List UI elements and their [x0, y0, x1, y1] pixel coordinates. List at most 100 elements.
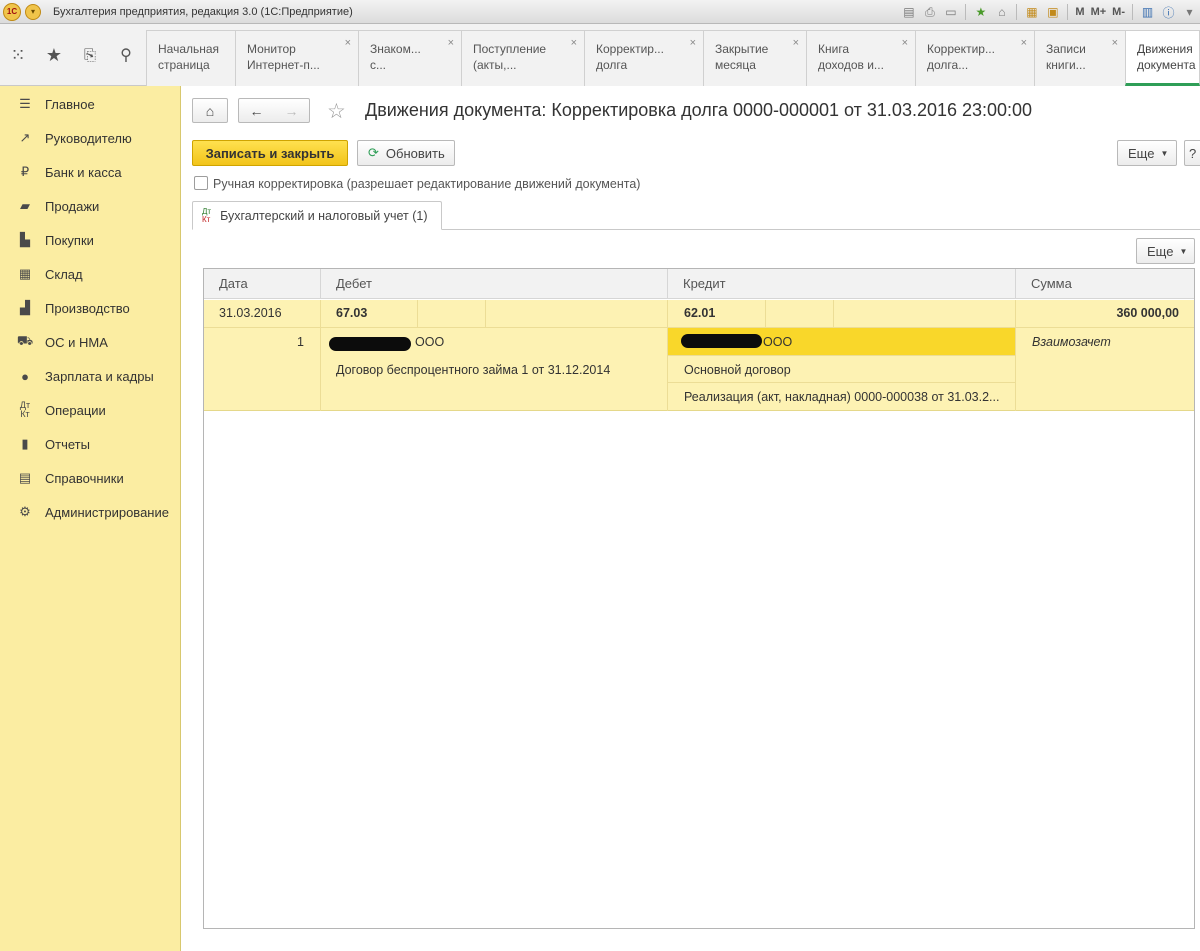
sidebar-item-operations[interactable]: Дт Кт Операции [0, 393, 181, 427]
sidebar-item-label: ОС и НМА [45, 334, 108, 350]
sidebar-item-fixed-assets[interactable]: ⛟ ОС и НМА [0, 325, 181, 359]
tab-label: долга [596, 58, 628, 72]
tab-znakom[interactable]: Знаком... с... × [358, 30, 462, 86]
sidebar-item-production[interactable]: ▟ Производство [0, 291, 181, 325]
favorites-star-icon[interactable]: ★ [36, 24, 72, 86]
tab-accounting-label: Бухгалтерский и налоговый учет (1) [220, 208, 428, 223]
sidebar-item-label: Администрирование [45, 504, 169, 520]
tab-label: месяца [715, 58, 756, 72]
column-header-date[interactable]: Дата [204, 269, 321, 299]
tab-label: Закрытие [715, 42, 769, 56]
close-icon[interactable]: × [793, 35, 799, 51]
close-icon[interactable]: × [448, 35, 454, 51]
memory-button[interactable]: M [1072, 2, 1087, 22]
close-icon[interactable]: × [902, 35, 908, 51]
sidebar-item-manager[interactable]: ↗ Руководителю [0, 121, 181, 155]
sidebar-item-sales[interactable]: ▰ Продажи [0, 189, 181, 223]
main-menu-icon[interactable]: ▾ [25, 3, 41, 20]
table-header: Дата Дебет Кредит Сумма [204, 269, 1194, 299]
home-button[interactable]: ⌂ [192, 98, 228, 123]
back-arrow-icon[interactable]: ← [250, 103, 264, 119]
page-title: Движения документа: Корректировка долга … [365, 100, 1033, 120]
tab-accounting[interactable]: Дт Кт Бухгалтерский и налоговый учет (1) [192, 201, 442, 230]
tab-label: долга... [927, 58, 969, 72]
sidebar-item-reports[interactable]: ▮ Отчеты [0, 427, 181, 461]
sidebar-item-admin[interactable]: ⚙ Администрирование [0, 495, 181, 529]
info-icon[interactable]: ⓘ [1158, 2, 1179, 22]
grid-divider [320, 300, 321, 411]
column-header-credit[interactable]: Кредит [668, 269, 1016, 299]
column-header-debit[interactable]: Дебет [321, 269, 668, 299]
sidebar-item-label: Отчеты [45, 436, 90, 452]
window-title: Бухгалтерия предприятия, редакция 3.0 (1… [53, 5, 353, 18]
toolbar-divider [1132, 4, 1133, 20]
tab-label: Корректир... [596, 42, 664, 56]
more-label: Еще [1128, 145, 1155, 161]
cell-date: 31.03.2016 [219, 306, 282, 320]
sidebar-item-bank[interactable]: ₽ Банк и касса [0, 155, 181, 189]
more-button[interactable]: Еще ▼ [1117, 140, 1177, 166]
dt-kt-icon: Дт Кт [202, 206, 212, 224]
preview-icon[interactable]: ▭ [940, 2, 961, 22]
apps-grid-icon[interactable]: ⁙ [0, 24, 36, 86]
tab-label: Корректир... [927, 42, 995, 56]
sidebar-item-label: Справочники [45, 470, 124, 486]
sidebar-item-warehouse[interactable]: ▦ Склад [0, 257, 181, 291]
tab-dvizheniya[interactable]: Движения документа [1125, 30, 1200, 86]
refresh-button[interactable]: ⟳ Обновить [357, 140, 455, 166]
calendar-icon[interactable]: ▣ [1042, 2, 1063, 22]
home-icon: ⌂ [205, 102, 215, 119]
search-icon[interactable]: ⚲ [108, 24, 144, 86]
save-icon[interactable]: ▤ [898, 2, 919, 22]
close-icon[interactable]: × [345, 35, 351, 51]
cell-debit-subconto2: Договор беспроцентного займа 1 от 31.12.… [336, 363, 611, 377]
dt-kt-icon: Дт Кт [19, 400, 31, 419]
sidebar-item-purchases[interactable]: ▙ Покупки [0, 223, 181, 257]
calculator-icon[interactable]: ▦ [1021, 2, 1042, 22]
toolbar-divider [1016, 4, 1018, 20]
grid-more-button[interactable]: Еще ▼ [1136, 238, 1195, 264]
redaction-mark [329, 337, 411, 351]
grid-divider [765, 300, 766, 327]
history-icon[interactable]: ⌂ [991, 2, 1012, 22]
refresh-label: Обновить [385, 145, 445, 161]
tab-postuplenie[interactable]: Поступление (акты,... × [461, 30, 585, 86]
open-windows-tabs: Начальная страница Монитор Интернет-п...… [146, 30, 1200, 86]
close-icon[interactable]: × [571, 35, 577, 51]
help-button[interactable]: ? [1184, 140, 1200, 166]
column-header-amount[interactable]: Сумма [1016, 269, 1194, 299]
close-icon[interactable]: × [1021, 35, 1027, 51]
cell-debit-account: 67.03 [336, 306, 368, 320]
tab-kniga[interactable]: Книга доходов и... × [806, 30, 916, 86]
factory-icon: ▟ [20, 300, 30, 315]
entries-table[interactable]: Дата Дебет Кредит Сумма 31.03.2016 67.03… [203, 268, 1195, 929]
tab-label: с... [370, 58, 387, 72]
tab-korrektirovka-2[interactable]: Корректир... долга... × [915, 30, 1035, 86]
save-and-close-button[interactable]: Записать и закрыть [192, 140, 348, 166]
panels-icon[interactable]: ▥ [1137, 2, 1158, 22]
tab-label: Интернет-п... [247, 58, 320, 72]
memory-plus-button[interactable]: M+ [1088, 2, 1110, 22]
sidebar-item-catalogs[interactable]: ▤ Справочники [0, 461, 181, 495]
sidebar-item-label: Склад [45, 266, 83, 282]
sidebar-item-main[interactable]: ☰ Главное [0, 87, 181, 121]
favorites-icon[interactable]: ★ [970, 2, 991, 22]
manual-correction-checkbox[interactable] [194, 176, 208, 190]
close-icon[interactable]: × [690, 35, 696, 51]
favorite-star-icon[interactable]: ☆ [327, 99, 346, 124]
tab-monitor[interactable]: Монитор Интернет-п... × [235, 30, 359, 86]
history-icon[interactable]: ⎘ [72, 24, 108, 86]
cell-credit-subconto3: Реализация (акт, накладная) 0000-000038 … [684, 390, 1000, 404]
memory-minus-button[interactable]: M- [1109, 2, 1128, 22]
tab-zakrytie[interactable]: Закрытие месяца × [703, 30, 807, 86]
sidebar-item-salary[interactable]: ● Зарплата и кадры [0, 359, 181, 393]
tab-home[interactable]: Начальная страница [146, 30, 236, 86]
tab-zapisi[interactable]: Записи книги... × [1034, 30, 1126, 86]
window-menu-icon[interactable]: ▾ [1179, 2, 1200, 22]
close-icon[interactable]: × [1112, 35, 1118, 51]
forward-arrow-icon[interactable]: → [285, 103, 299, 119]
cell-credit-account: 62.01 [684, 306, 716, 320]
truck-icon: ⛟ [16, 333, 34, 348]
print-icon[interactable]: ⎙ [919, 2, 940, 22]
tab-korrektirovka-1[interactable]: Корректир... долга × [584, 30, 704, 86]
